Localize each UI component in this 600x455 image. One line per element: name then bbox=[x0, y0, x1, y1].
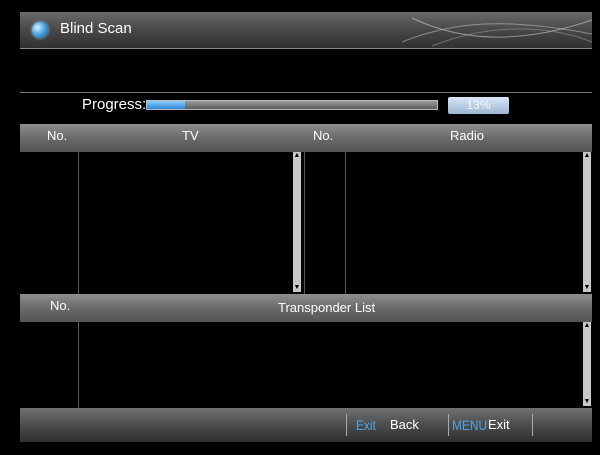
title-bar: Blind Scan bbox=[20, 12, 592, 49]
footer-bar: Exit Back MENU Exit bbox=[20, 408, 592, 442]
radio-channel-list[interactable] bbox=[305, 152, 583, 294]
channel-list-header: No. TV No. Radio bbox=[20, 124, 592, 152]
menu-exit-button[interactable]: MENU Exit bbox=[450, 408, 530, 442]
footer-divider bbox=[448, 414, 449, 436]
transponder-list[interactable] bbox=[20, 322, 583, 406]
decorative-swoosh-icon bbox=[402, 17, 592, 47]
transponder-list-header: No. Transponder List bbox=[20, 294, 592, 322]
app-orb-icon bbox=[32, 22, 48, 38]
scroll-down-icon[interactable]: ▼ bbox=[583, 284, 591, 292]
window-title: Blind Scan bbox=[60, 20, 132, 37]
column-divider bbox=[78, 152, 79, 294]
tv-scrollbar[interactable]: ▲ ▼ bbox=[293, 152, 301, 292]
footer-divider bbox=[532, 414, 533, 436]
exit-back-button[interactable]: Exit Back bbox=[348, 408, 446, 442]
radio-no-header: No. bbox=[313, 128, 334, 143]
scroll-up-icon[interactable]: ▲ bbox=[583, 322, 591, 330]
progress-percent: 13% bbox=[448, 97, 509, 114]
separator-line bbox=[20, 92, 592, 93]
exit-action-label: Exit bbox=[488, 417, 510, 432]
transponder-title-header: Transponder List bbox=[278, 300, 376, 315]
exit-key-label: Exit bbox=[356, 417, 376, 433]
scroll-down-icon[interactable]: ▼ bbox=[293, 284, 301, 292]
transponder-no-header: No. bbox=[50, 298, 71, 313]
column-divider bbox=[78, 322, 79, 408]
back-action-label: Back bbox=[390, 417, 419, 432]
footer-divider bbox=[346, 414, 347, 436]
tv-channel-list[interactable] bbox=[20, 152, 302, 294]
column-divider bbox=[345, 152, 346, 294]
radio-header: Radio bbox=[450, 128, 484, 143]
scroll-up-icon[interactable]: ▲ bbox=[583, 152, 591, 160]
progress-bar bbox=[146, 100, 438, 110]
transponder-scrollbar[interactable]: ▲ ▼ bbox=[583, 322, 591, 406]
scroll-down-icon[interactable]: ▼ bbox=[583, 398, 591, 406]
menu-key-label: MENU bbox=[452, 417, 488, 433]
scroll-up-icon[interactable]: ▲ bbox=[293, 152, 301, 160]
progress-label: Progress: bbox=[82, 96, 147, 113]
tv-no-header: No. bbox=[47, 128, 68, 143]
tv-header: TV bbox=[182, 128, 199, 143]
progress-bar-fill bbox=[147, 101, 185, 109]
radio-scrollbar[interactable]: ▲ ▼ bbox=[583, 152, 591, 292]
